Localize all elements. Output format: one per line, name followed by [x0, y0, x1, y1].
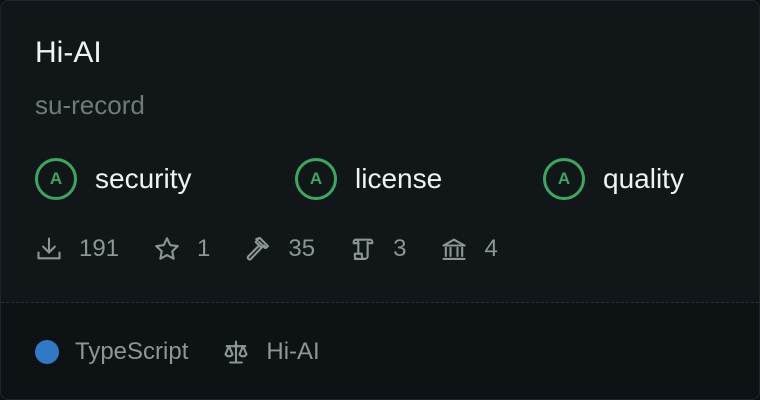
- quality-badge[interactable]: A quality: [543, 155, 684, 203]
- star-icon: [153, 235, 181, 263]
- builds-stat: 35: [244, 234, 315, 264]
- stats-row: 191 1 35 3 4: [35, 231, 532, 267]
- downloads-stat: 191: [35, 234, 119, 264]
- card-body: Hi-AI su-record A security A license A q…: [1, 1, 759, 302]
- language-color-dot: [35, 340, 59, 364]
- downloads-count: 191: [79, 235, 120, 262]
- quality-grade: A: [543, 158, 585, 200]
- footer-row: TypeScript Hi-AI: [35, 335, 320, 369]
- versions-count: 3: [393, 235, 407, 262]
- package-author[interactable]: su-record: [35, 89, 145, 121]
- versions-stat: 3: [349, 234, 406, 264]
- license-label: license: [355, 163, 443, 194]
- security-grade: A: [35, 158, 77, 200]
- registry-stat: 4: [440, 234, 498, 264]
- download-icon: [35, 235, 63, 263]
- bank-icon: [440, 235, 468, 263]
- stars-count: 1: [197, 235, 211, 262]
- license-name: Hi-AI: [266, 338, 320, 365]
- scale-icon: [222, 338, 250, 366]
- license-grade: A: [295, 158, 337, 200]
- builds-count: 35: [288, 235, 316, 262]
- package-card[interactable]: Hi-AI su-record A security A license A q…: [0, 0, 760, 400]
- package-title[interactable]: Hi-AI: [35, 35, 102, 71]
- language-info: TypeScript: [35, 337, 188, 367]
- security-label: security: [95, 163, 192, 194]
- license-badge[interactable]: A license: [295, 155, 442, 203]
- hammer-icon: [244, 235, 272, 263]
- quality-label: quality: [603, 163, 684, 194]
- stars-stat: 1: [153, 234, 210, 264]
- scroll-icon: [349, 235, 377, 263]
- license-info: Hi-AI: [222, 337, 320, 367]
- security-badge[interactable]: A security: [35, 155, 191, 203]
- registry-count: 4: [484, 235, 498, 262]
- language-label: TypeScript: [75, 338, 189, 365]
